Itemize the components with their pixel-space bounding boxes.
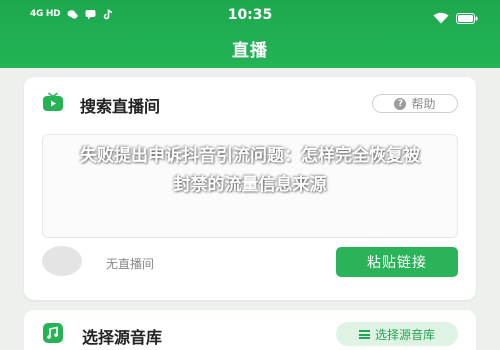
question-icon: ? xyxy=(394,97,407,110)
wifi-icon xyxy=(433,9,449,28)
source-library-title: 选择源音库 xyxy=(82,328,163,347)
source-library-card: 选择源音库 选择源音库 xyxy=(24,310,476,350)
battery-icon xyxy=(456,9,478,28)
page-title: 直播 xyxy=(232,41,268,61)
app-header: 4G HD 10:35 直播 xyxy=(0,0,500,68)
tv-icon xyxy=(42,92,64,114)
menu-icon xyxy=(358,329,370,339)
paste-link-button[interactable]: 粘贴链接 xyxy=(336,247,458,277)
status-right xyxy=(433,9,478,28)
help-button[interactable]: ? 帮助 xyxy=(372,94,458,113)
status-time: 10:35 xyxy=(227,7,273,23)
search-live-title: 搜索直播间 xyxy=(80,97,161,116)
caption-line-2: 封禁的流量信息来源 xyxy=(173,175,327,195)
overlay-caption: 失败提出申诉抖音引流问题：怎样完全恢复被 封禁的流量信息来源 xyxy=(0,142,500,200)
no-live-label: 无直播间 xyxy=(106,257,155,271)
help-label: 帮助 xyxy=(411,97,436,111)
caption-line-1: 失败提出申诉抖音引流问题：怎样完全恢复被 xyxy=(80,146,420,166)
avatar xyxy=(42,246,82,276)
status-bar: 4G HD 10:35 xyxy=(0,6,500,26)
music-library-icon xyxy=(42,322,64,344)
select-source-button[interactable]: 选择源音库 xyxy=(336,322,458,346)
select-source-label: 选择源音库 xyxy=(374,327,435,342)
